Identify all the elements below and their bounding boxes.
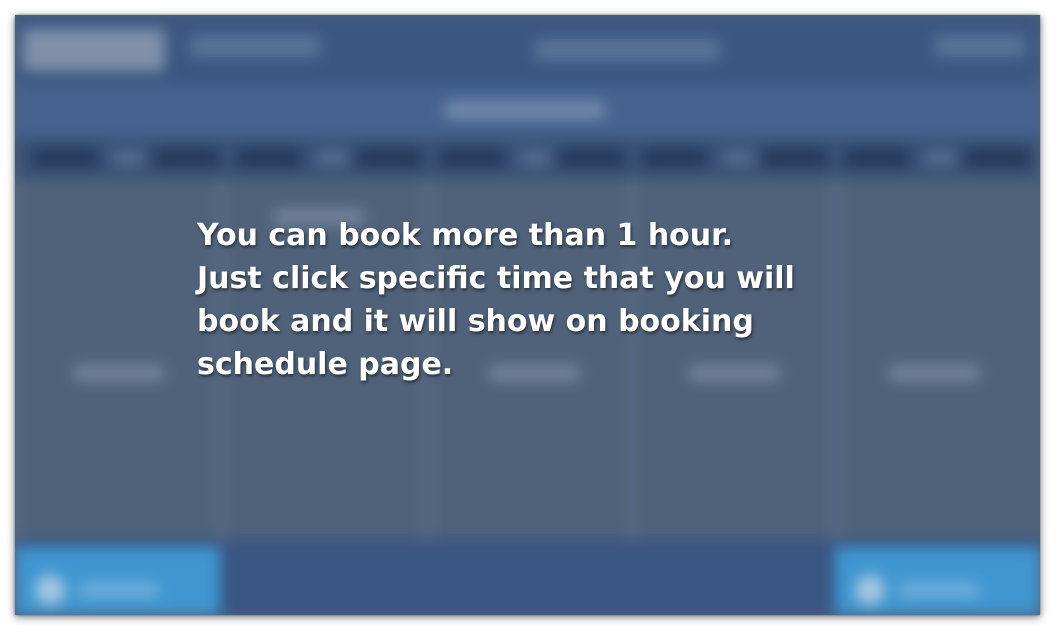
tutorial-hint-text: You can book more than 1 hour. Just clic… <box>197 214 817 386</box>
hint-line: schedule page. <box>197 347 454 382</box>
hint-line: Just click specific time that you will <box>197 261 795 296</box>
hint-line: You can book more than 1 hour. <box>197 218 734 253</box>
hint-line: book and it will show on booking <box>197 304 754 339</box>
